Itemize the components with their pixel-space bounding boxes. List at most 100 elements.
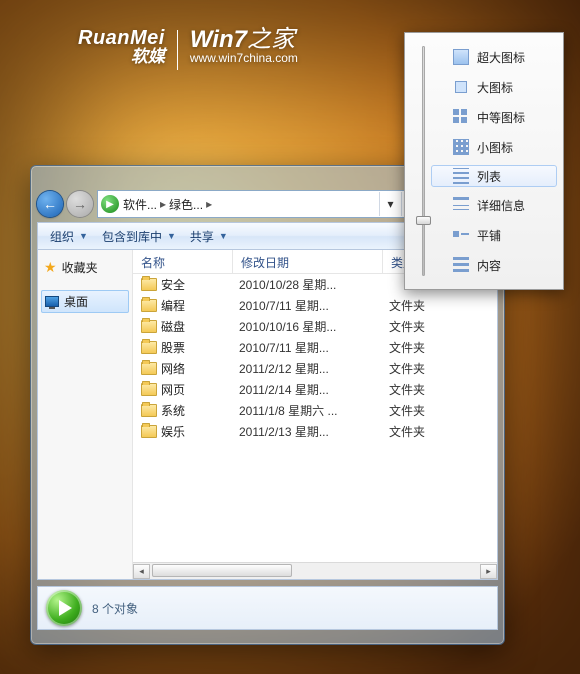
- view-large-icons[interactable]: 大图标: [431, 75, 557, 99]
- folder-icon: [141, 299, 157, 312]
- chevron-right-icon[interactable]: ▸: [203, 197, 215, 211]
- file-name: 网页: [161, 381, 239, 398]
- favorites-group[interactable]: ★收藏夹: [38, 256, 132, 279]
- file-name: 编程: [161, 297, 239, 314]
- file-list-area: 名称 修改日期 类型 安全2010/10/28 星期...编程2010/7/11…: [133, 250, 497, 579]
- view-tiles[interactable]: 平铺: [431, 223, 557, 247]
- table-row[interactable]: 磁盘2010/10/16 星期...文件夹: [133, 316, 497, 337]
- file-type: 文件夹: [389, 297, 425, 314]
- file-name: 网络: [161, 360, 239, 377]
- tiles-icon: [453, 227, 469, 243]
- status-text: 8 个对象: [92, 600, 138, 617]
- arrow-right-icon: →: [73, 196, 87, 212]
- breadcrumb-2[interactable]: 绿色...: [169, 196, 203, 213]
- file-name: 娱乐: [161, 423, 239, 440]
- folder-icon: [141, 383, 157, 396]
- file-date: 2011/2/14 星期...: [239, 381, 389, 398]
- navigation-pane: ★收藏夹 桌面: [38, 250, 133, 579]
- star-icon: ★: [44, 259, 57, 276]
- folder-icon: [141, 341, 157, 354]
- breadcrumb-1[interactable]: 软件...: [123, 196, 157, 213]
- scroll-right-button[interactable]: ▸: [480, 564, 497, 579]
- watermark-site-title: Win7之家: [190, 28, 298, 52]
- file-date: 2010/7/11 星期...: [239, 339, 389, 356]
- table-row[interactable]: 系统2011/1/8 星期六 ...文件夹: [133, 400, 497, 421]
- organize-button[interactable]: 组织▼: [44, 226, 94, 247]
- play-button[interactable]: [46, 590, 82, 626]
- file-date: 2010/10/28 星期...: [239, 276, 389, 293]
- view-options-menu: 超大图标 大图标 中等图标 小图标 列表 详细信息 平铺 内容: [404, 32, 564, 290]
- table-row[interactable]: 网络2011/2/12 星期...文件夹: [133, 358, 497, 379]
- file-date: 2011/2/12 星期...: [239, 360, 389, 377]
- medium-icons-icon: [453, 109, 469, 125]
- folder-icon: [141, 404, 157, 417]
- desktop-item[interactable]: 桌面: [41, 290, 129, 313]
- file-name: 安全: [161, 276, 239, 293]
- scroll-thumb[interactable]: [152, 564, 292, 577]
- list-icon: [453, 168, 469, 184]
- nav-forward-button: →: [67, 191, 93, 217]
- file-date: 2011/2/13 星期...: [239, 423, 389, 440]
- watermark-brand-en: RuanMei: [78, 28, 165, 48]
- watermark-divider: [177, 30, 178, 70]
- go-icon: ▶: [101, 195, 119, 213]
- folder-icon: [141, 320, 157, 333]
- details-icon: [453, 197, 469, 213]
- scroll-left-button[interactable]: ◂: [133, 564, 150, 579]
- chevron-down-icon: ▼: [79, 231, 88, 241]
- view-extra-large-icons[interactable]: 超大图标: [431, 45, 557, 69]
- table-row[interactable]: 娱乐2011/2/13 星期...文件夹: [133, 421, 497, 442]
- monitor-icon: [45, 296, 59, 307]
- slider-track[interactable]: [422, 46, 425, 276]
- folder-icon: [141, 425, 157, 438]
- include-in-library-button[interactable]: 包含到库中▼: [96, 226, 182, 247]
- explorer-body: ★收藏夹 桌面 名称 修改日期 类型 安全2010/10/28 星期...编程2…: [37, 250, 498, 580]
- chevron-right-icon[interactable]: ▸: [157, 197, 169, 211]
- slider-thumb[interactable]: [416, 216, 431, 225]
- watermark-brand-cn: 软媒: [78, 48, 165, 65]
- column-date[interactable]: 修改日期: [233, 250, 383, 273]
- share-button[interactable]: 共享▼: [184, 226, 234, 247]
- folder-icon: [141, 362, 157, 375]
- extra-large-icons-icon: [453, 49, 469, 65]
- file-date: 2010/7/11 星期...: [239, 297, 389, 314]
- horizontal-scrollbar[interactable]: ◂ ▸: [133, 562, 497, 579]
- arrow-left-icon: ←: [43, 196, 57, 212]
- file-type: 文件夹: [389, 360, 425, 377]
- chevron-down-icon: ▼: [219, 231, 228, 241]
- large-icons-icon: [453, 79, 469, 95]
- file-rows: 安全2010/10/28 星期...编程2010/7/11 星期...文件夹磁盘…: [133, 274, 497, 442]
- folder-icon: [141, 278, 157, 291]
- watermark-site-url: www.win7china.com: [190, 52, 298, 64]
- file-type: 文件夹: [389, 318, 425, 335]
- watermark: RuanMei 软媒 Win7之家 www.win7china.com: [78, 28, 298, 70]
- scroll-track[interactable]: [150, 564, 480, 579]
- table-row[interactable]: 网页2011/2/14 星期...文件夹: [133, 379, 497, 400]
- table-row[interactable]: 编程2010/7/11 星期...文件夹: [133, 295, 497, 316]
- address-dropdown-button[interactable]: ▾: [379, 192, 401, 216]
- table-row[interactable]: 股票2010/7/11 星期...文件夹: [133, 337, 497, 358]
- file-name: 系统: [161, 402, 239, 419]
- view-small-icons[interactable]: 小图标: [431, 135, 557, 159]
- content-icon: [453, 257, 469, 273]
- view-details[interactable]: 详细信息: [431, 193, 557, 217]
- view-medium-icons[interactable]: 中等图标: [431, 105, 557, 129]
- file-date: 2011/1/8 星期六 ...: [239, 402, 389, 419]
- file-type: 文件夹: [389, 381, 425, 398]
- address-bar[interactable]: ▶ 软件... ▸ 绿色... ▸ ▾ ↻: [97, 190, 424, 218]
- status-bar: 8 个对象: [37, 586, 498, 630]
- view-list[interactable]: 列表: [431, 165, 557, 187]
- file-name: 磁盘: [161, 318, 239, 335]
- file-type: 文件夹: [389, 339, 425, 356]
- file-name: 股票: [161, 339, 239, 356]
- nav-back-button[interactable]: ←: [37, 191, 63, 217]
- small-icons-icon: [453, 139, 469, 155]
- play-icon: [59, 600, 72, 616]
- file-date: 2010/10/16 星期...: [239, 318, 389, 335]
- chevron-down-icon: ▼: [167, 231, 176, 241]
- file-type: 文件夹: [389, 402, 425, 419]
- file-type: 文件夹: [389, 423, 425, 440]
- view-content[interactable]: 内容: [431, 253, 557, 277]
- view-slider[interactable]: [410, 38, 426, 284]
- column-name[interactable]: 名称: [133, 250, 233, 273]
